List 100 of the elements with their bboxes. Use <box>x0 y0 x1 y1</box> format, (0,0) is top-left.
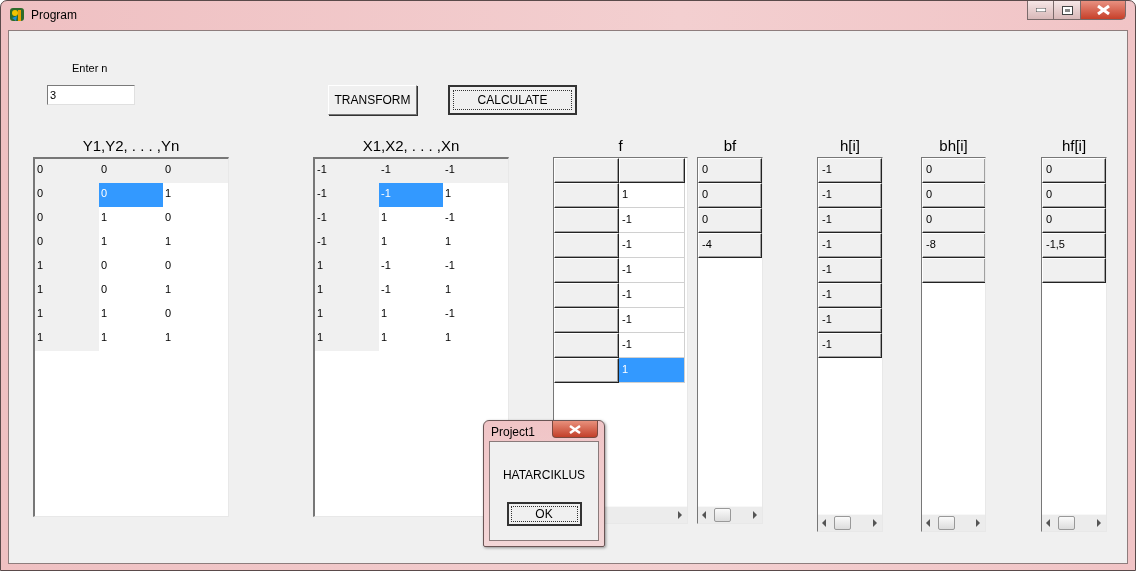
grid-cell[interactable]: 1 <box>315 327 379 351</box>
grid-cell[interactable] <box>922 258 985 283</box>
grid-cell[interactable]: 0 <box>922 208 985 233</box>
grid-cell[interactable]: -1 <box>379 279 443 303</box>
grid-cell[interactable]: -1 <box>619 233 685 258</box>
grid-cell[interactable]: 1 <box>379 231 443 255</box>
grid-cell[interactable]: -1 <box>619 308 685 333</box>
ok-button[interactable]: OK <box>506 502 582 526</box>
maximize-button[interactable] <box>1054 1 1081 20</box>
grid-cell[interactable]: 0 <box>1042 208 1106 233</box>
grid-cell[interactable]: 1 <box>443 183 507 207</box>
grid-cell[interactable]: 1 <box>99 231 163 255</box>
grid-cell[interactable]: -1 <box>443 303 507 327</box>
grid-cell[interactable]: 0 <box>35 231 99 255</box>
grid-cell[interactable]: 1 <box>315 255 379 279</box>
grid-cell[interactable]: -1 <box>443 255 507 279</box>
grid-cell[interactable]: 1 <box>315 279 379 303</box>
data-grid[interactable]: 0 0 0 -4 <box>697 157 763 524</box>
grid-cell[interactable]: 0 <box>1042 183 1106 208</box>
grid-cell[interactable]: 0 <box>35 207 99 231</box>
data-grid[interactable]: 0 0 0 0 0 1 0 1 0 0 1 1 1 0 0 1 0 1 1 1 0 1 1 1 <box>33 157 229 517</box>
grid-cell[interactable]: 1 <box>35 255 99 279</box>
grid-cell[interactable]: -1 <box>818 333 882 358</box>
grid-cell[interactable]: 0 <box>99 279 163 303</box>
scroll-left-icon[interactable] <box>1046 519 1051 527</box>
grid-cell[interactable]: 1 <box>163 183 227 207</box>
grid-cell[interactable]: -1 <box>818 158 882 183</box>
grid-cell[interactable]: 1 <box>35 303 99 327</box>
grid-cell[interactable]: -8 <box>922 233 985 258</box>
grid-cell[interactable]: 0 <box>698 208 762 233</box>
grid-cell[interactable]: -1 <box>619 208 685 233</box>
grid-cell[interactable]: 1 <box>443 279 507 303</box>
scroll-thumb[interactable] <box>834 516 851 530</box>
data-grid[interactable]: 0 0 0 -1,5 <box>1041 157 1107 532</box>
grid-cell[interactable]: 0 <box>99 255 163 279</box>
grid-cell[interactable]: 1 <box>163 327 227 351</box>
grid-cell[interactable]: -1 <box>379 255 443 279</box>
grid-cell[interactable]: 1 <box>315 303 379 327</box>
grid-cell[interactable]: -1 <box>315 183 379 207</box>
grid-cell[interactable]: 0 <box>1042 158 1106 183</box>
close-button[interactable] <box>552 421 598 438</box>
grid-cell[interactable]: -1 <box>619 258 685 283</box>
grid-cell[interactable]: 1 <box>35 327 99 351</box>
grid-cell[interactable]: 1 <box>379 327 443 351</box>
grid-cell[interactable]: -1 <box>315 207 379 231</box>
grid-cell[interactable]: 0 <box>163 255 227 279</box>
grid-cell[interactable]: 0 <box>163 207 227 231</box>
horizontal-scrollbar[interactable] <box>698 506 762 523</box>
grid-cell[interactable]: -1 <box>818 233 882 258</box>
grid-cell[interactable]: -1 <box>818 208 882 233</box>
grid-cell[interactable]: -1 <box>818 258 882 283</box>
grid-cell[interactable]: 0 <box>922 183 985 208</box>
scroll-thumb[interactable] <box>1058 516 1075 530</box>
scroll-right-icon[interactable] <box>753 511 758 519</box>
grid-cell[interactable]: 0 <box>35 183 99 207</box>
scroll-thumb[interactable] <box>714 508 731 522</box>
data-grid[interactable]: -1 -1 -1 -1 -1 -1 -1 -1 <box>817 157 883 532</box>
grid-cell[interactable]: 1 <box>619 183 685 208</box>
scroll-right-icon[interactable] <box>678 511 683 519</box>
input-field[interactable]: 3 <box>47 85 135 105</box>
grid-cell[interactable]: 0 <box>163 303 227 327</box>
scroll-left-icon[interactable] <box>926 519 931 527</box>
grid-cell[interactable] <box>1042 258 1106 283</box>
grid-cell[interactable]: 1 <box>163 231 227 255</box>
grid-cell[interactable]: 0 <box>698 183 762 208</box>
horizontal-scrollbar[interactable] <box>1042 514 1106 531</box>
grid-cell[interactable]: 0 <box>922 158 985 183</box>
grid-cell[interactable]: 1 <box>35 279 99 303</box>
action-button[interactable]: CALCULATE <box>448 85 577 115</box>
minimize-button[interactable] <box>1027 1 1054 20</box>
grid-cell[interactable]: 1 <box>379 303 443 327</box>
action-button[interactable]: TRANSFORM <box>328 85 417 115</box>
grid-cell[interactable]: 1 <box>443 327 507 351</box>
grid-cell[interactable]: 1 <box>443 231 507 255</box>
minimize-icon <box>1035 8 1046 12</box>
grid-cell[interactable]: 1 <box>99 327 163 351</box>
grid-cell[interactable]: 0 <box>698 158 762 183</box>
grid-cell[interactable]: -1 <box>818 308 882 333</box>
scroll-right-icon[interactable] <box>976 519 981 527</box>
grid-cell[interactable]: -1 <box>818 183 882 208</box>
grid-heading: h[i] <box>839 136 861 156</box>
grid-cell[interactable]: -4 <box>698 233 762 258</box>
scroll-left-icon[interactable] <box>702 511 707 519</box>
close-button[interactable] <box>1081 1 1126 20</box>
scroll-left-icon[interactable] <box>822 519 827 527</box>
grid-cell[interactable]: -1 <box>818 283 882 308</box>
grid-cell[interactable]: -1 <box>443 207 507 231</box>
horizontal-scrollbar[interactable] <box>922 514 985 531</box>
grid-cell[interactable]: -1,5 <box>1042 233 1106 258</box>
data-grid[interactable]: 0 0 0 -8 <box>921 157 986 532</box>
scroll-right-icon[interactable] <box>1097 519 1102 527</box>
scroll-thumb[interactable] <box>938 516 955 530</box>
scroll-right-icon[interactable] <box>873 519 878 527</box>
horizontal-scrollbar[interactable] <box>818 514 882 531</box>
grid-cell[interactable]: -1 <box>315 231 379 255</box>
grid-cell[interactable]: 1 <box>379 207 443 231</box>
grid-cell[interactable]: 1 <box>163 279 227 303</box>
grid-cell[interactable]: 1 <box>99 303 163 327</box>
grid-cell[interactable]: 1 <box>99 207 163 231</box>
grid-cell[interactable]: -1 <box>619 283 685 308</box>
